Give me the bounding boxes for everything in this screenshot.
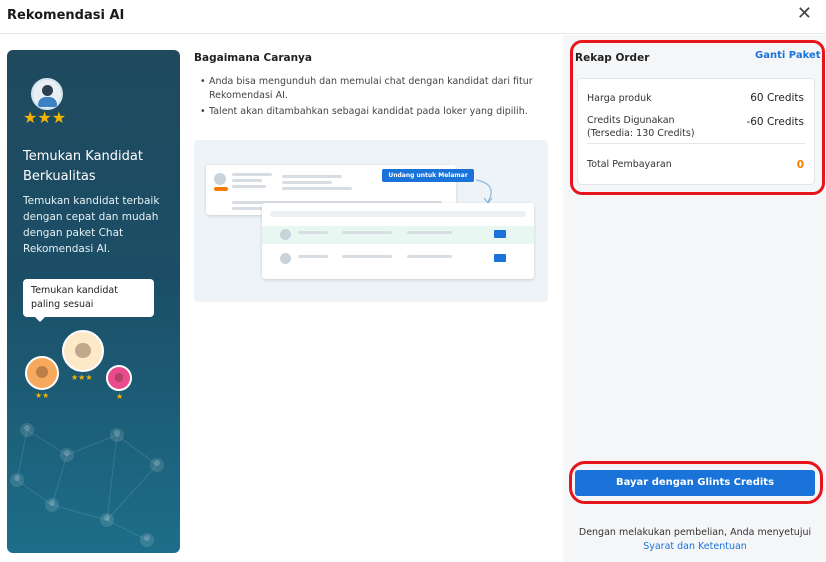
- network-illustration: [7, 410, 180, 553]
- terms-text: Dengan melakukan pembelian, Anda menyetu…: [578, 527, 812, 538]
- person-node-icon: [20, 423, 34, 437]
- avatar: [214, 173, 226, 185]
- candidate-avatar-icon: [25, 356, 59, 390]
- highlight-ring: [569, 461, 823, 504]
- arrow-icon: [475, 179, 493, 204]
- promo-panel: ★★★ Temukan Kandidat Berkualitas Temukan…: [7, 50, 180, 553]
- candidate-table-preview: [262, 203, 534, 279]
- how-step: Talent akan ditambahkan sebagai kandidat…: [200, 105, 545, 119]
- invite-button-preview: Undang untuk Melamar: [382, 169, 474, 182]
- how-steps: Anda bisa mengunduh dan memulai chat den…: [200, 75, 545, 119]
- candidate-avatar-icon: [62, 330, 104, 372]
- how-title: Bagaimana Caranya: [194, 52, 312, 64]
- avatar: [31, 78, 63, 110]
- how-step: Anda bisa mengunduh dan memulai chat den…: [200, 75, 545, 103]
- close-icon[interactable]: ✕: [797, 4, 812, 24]
- promo-tooltip: Temukan kandidat paling sesuai: [23, 279, 154, 322]
- dialog-title: Rekomendasi AI: [7, 8, 125, 23]
- person-node-icon: [110, 428, 124, 442]
- avatar: [280, 229, 291, 240]
- person-node-icon: [150, 458, 164, 472]
- promo-body: Temukan kandidat terbaik dengan cepat da…: [23, 195, 160, 255]
- chat-icon: [494, 230, 506, 238]
- rating-stars-icon: ★★★: [71, 373, 93, 382]
- promo-heading: Temukan Kandidat Berkualitas: [23, 149, 143, 184]
- rating-stars-icon: ★: [116, 392, 124, 401]
- terms-link[interactable]: Syarat dan Ketentuan: [565, 541, 825, 552]
- how-illustration: Undang untuk Melamar: [194, 140, 548, 302]
- rating-stars-icon: ★★★: [23, 108, 67, 127]
- person-node-icon: [45, 498, 59, 512]
- status-badge: [214, 187, 228, 191]
- rating-stars-icon: ★★: [35, 391, 50, 400]
- person-node-icon: [100, 513, 114, 527]
- person-node-icon: [140, 533, 154, 547]
- person-node-icon: [10, 473, 24, 487]
- highlight-ring: [570, 40, 825, 195]
- dialog-header: Rekomendasi AI ✕: [0, 0, 826, 34]
- candidate-avatar-icon: [106, 365, 132, 391]
- avatar: [280, 253, 291, 264]
- chat-icon: [494, 254, 506, 262]
- person-node-icon: [60, 448, 74, 462]
